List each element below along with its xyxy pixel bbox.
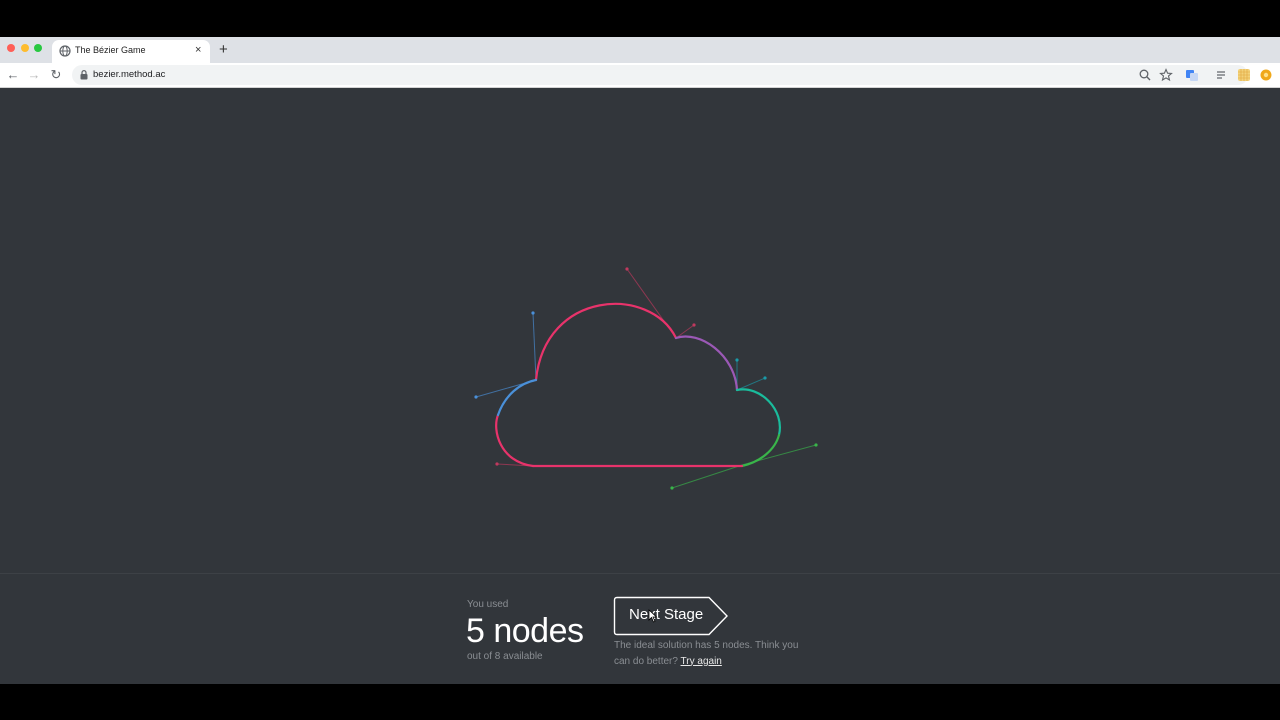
control-handle-line (532, 312, 537, 381)
bookmark-star-icon[interactable] (1159, 68, 1173, 82)
control-handle-line (671, 464, 743, 489)
control-point[interactable] (531, 311, 535, 315)
globe-icon (59, 45, 71, 57)
bezier-drawing[interactable] (0, 88, 1280, 573)
nodes-count: 5 nodes (466, 612, 584, 650)
next-stage-label: Next Stage (629, 606, 704, 623)
control-point[interactable] (474, 395, 478, 399)
curve-segment-bottom-left[interactable] (495, 413, 535, 468)
minimize-window-button[interactable] (21, 44, 29, 52)
control-point[interactable] (814, 443, 818, 447)
close-window-button[interactable] (7, 44, 15, 52)
tab-close-button[interactable]: × (195, 44, 201, 56)
control-point[interactable] (692, 323, 696, 327)
available-nodes: out of 8 available (467, 651, 543, 662)
control-handle-line (736, 377, 766, 391)
forward-button[interactable]: → (26, 67, 42, 83)
address-bar[interactable]: bezier.method.ac (72, 65, 1248, 85)
result-panel: You used 5 nodes out of 8 available Next… (0, 573, 1280, 684)
game-canvas[interactable] (0, 88, 1280, 573)
control-point[interactable] (670, 486, 674, 490)
reading-list-icon[interactable] (1215, 68, 1229, 82)
next-stage-button[interactable]: Next Stage (613, 596, 731, 636)
mouse-cursor-icon (648, 609, 658, 623)
tab-title: The Bézier Game (75, 45, 146, 55)
hint-text: The ideal solution has 5 nodes. Think yo… (614, 638, 814, 669)
extension-grid-icon[interactable] (1237, 68, 1251, 82)
control-point[interactable] (495, 462, 499, 466)
lock-icon (80, 70, 88, 80)
maximize-window-button[interactable] (34, 44, 42, 52)
translate-icon[interactable] (1185, 68, 1199, 82)
zoom-icon[interactable] (1138, 68, 1152, 82)
used-label: You used (467, 599, 509, 610)
new-tab-button[interactable]: + (219, 42, 228, 58)
url-text: bezier.method.ac (93, 69, 166, 80)
control-point[interactable] (735, 358, 739, 362)
curve-segment-right-upper[interactable] (674, 335, 739, 392)
curve-segment-top[interactable] (534, 302, 678, 382)
curve-segment-bottom-right[interactable] (740, 433, 781, 468)
control-point[interactable] (625, 267, 629, 271)
curve-segment-right[interactable] (735, 388, 781, 437)
extension-coin-icon[interactable] (1259, 68, 1273, 82)
back-button[interactable]: ← (5, 67, 21, 83)
try-again-link[interactable]: Try again (681, 656, 722, 667)
browser-toolbar: ← → ↻ bezier.method.ac (0, 63, 1280, 88)
reload-button[interactable]: ↻ (48, 67, 64, 83)
control-point[interactable] (763, 376, 767, 380)
browser-tab[interactable]: The Bézier Game × (52, 40, 210, 63)
